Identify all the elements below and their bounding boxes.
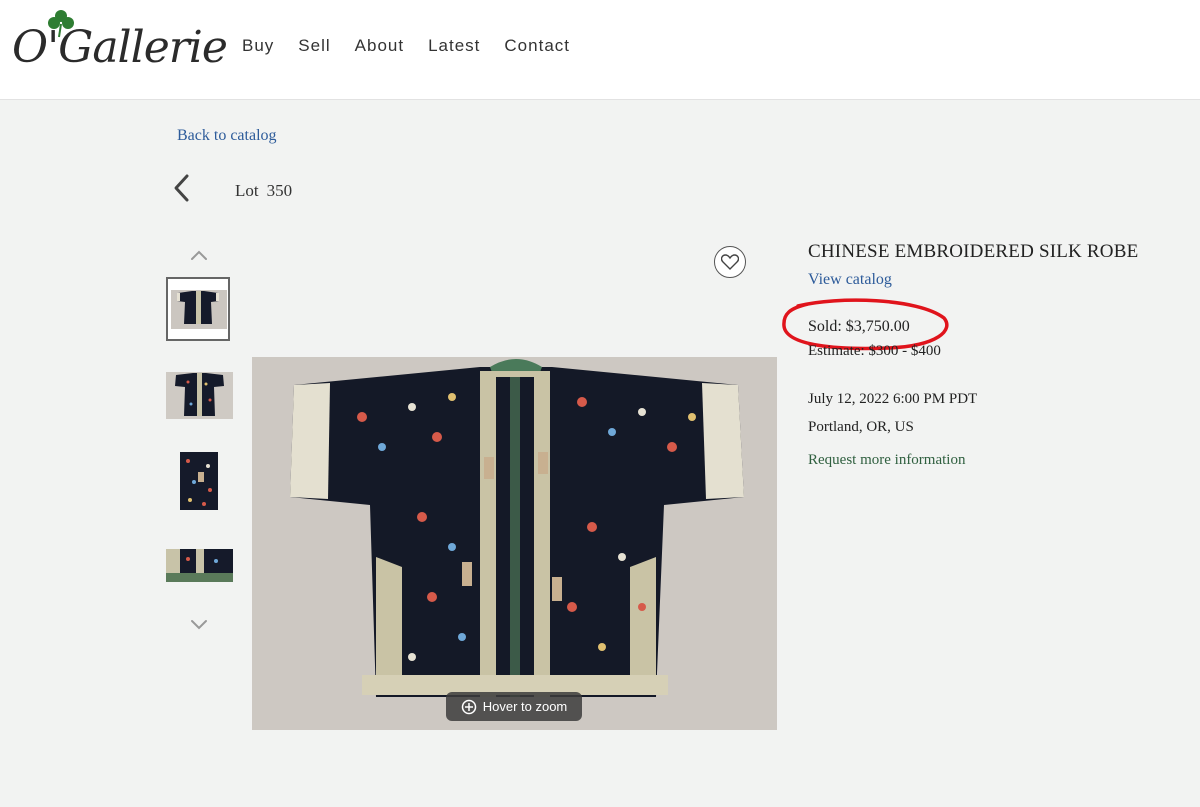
chevron-left-icon[interactable] — [170, 173, 194, 203]
thumbnail-3[interactable] — [180, 452, 218, 510]
thumbnail-4[interactable] — [166, 549, 233, 582]
main-product-image[interactable] — [252, 357, 777, 730]
site-logo[interactable]: O'Gallerie — [10, 8, 228, 86]
thumbnail-2[interactable] — [166, 372, 233, 419]
request-info-link[interactable]: Request more information — [808, 452, 965, 469]
auction-date: July 12, 2022 6:00 PM PDT — [808, 391, 978, 407]
nav-buy[interactable]: Buy — [242, 36, 274, 56]
thumbnail-2-image — [166, 372, 233, 419]
item-title: CHINESE EMBROIDERED SILK ROBE — [808, 241, 1139, 262]
favorite-button[interactable] — [714, 246, 746, 278]
estimate: Estimate: $300 - $400 — [808, 343, 941, 359]
logo-text: O'Gallerie — [12, 22, 228, 73]
hover-to-zoom-hint: Hover to zoom — [446, 692, 582, 721]
sold-price: Sold: $3,750.00 — [808, 318, 910, 335]
nav-about[interactable]: About — [355, 36, 404, 56]
nav-sell[interactable]: Sell — [298, 36, 330, 56]
chevron-down-icon[interactable] — [188, 617, 210, 633]
zoom-hint-label: Hover to zoom — [482, 699, 568, 714]
chevron-up-icon[interactable] — [188, 247, 210, 263]
lot-label: Lot 350 — [235, 181, 292, 201]
zoom-icon — [461, 699, 476, 714]
thumbnail-4-image — [166, 549, 233, 582]
back-to-catalog-link[interactable]: Back to catalog — [177, 127, 277, 145]
robe-illustration — [252, 357, 777, 730]
auction-location: Portland, OR, US — [808, 419, 914, 435]
lot-prefix: Lot — [235, 181, 259, 200]
thumbnail-1[interactable] — [166, 277, 230, 341]
view-catalog-link[interactable]: View catalog — [808, 271, 892, 289]
nav-contact[interactable]: Contact — [504, 36, 570, 56]
main-nav: Buy Sell About Latest Contact — [242, 36, 594, 56]
site-header: O'Gallerie Buy Sell About Latest Contact — [0, 0, 1200, 100]
nav-latest[interactable]: Latest — [428, 36, 480, 56]
lot-number: 350 — [266, 181, 293, 200]
heart-icon — [721, 254, 739, 270]
thumbnail-3-image — [180, 452, 218, 510]
thumbnail-1-image — [168, 279, 228, 339]
